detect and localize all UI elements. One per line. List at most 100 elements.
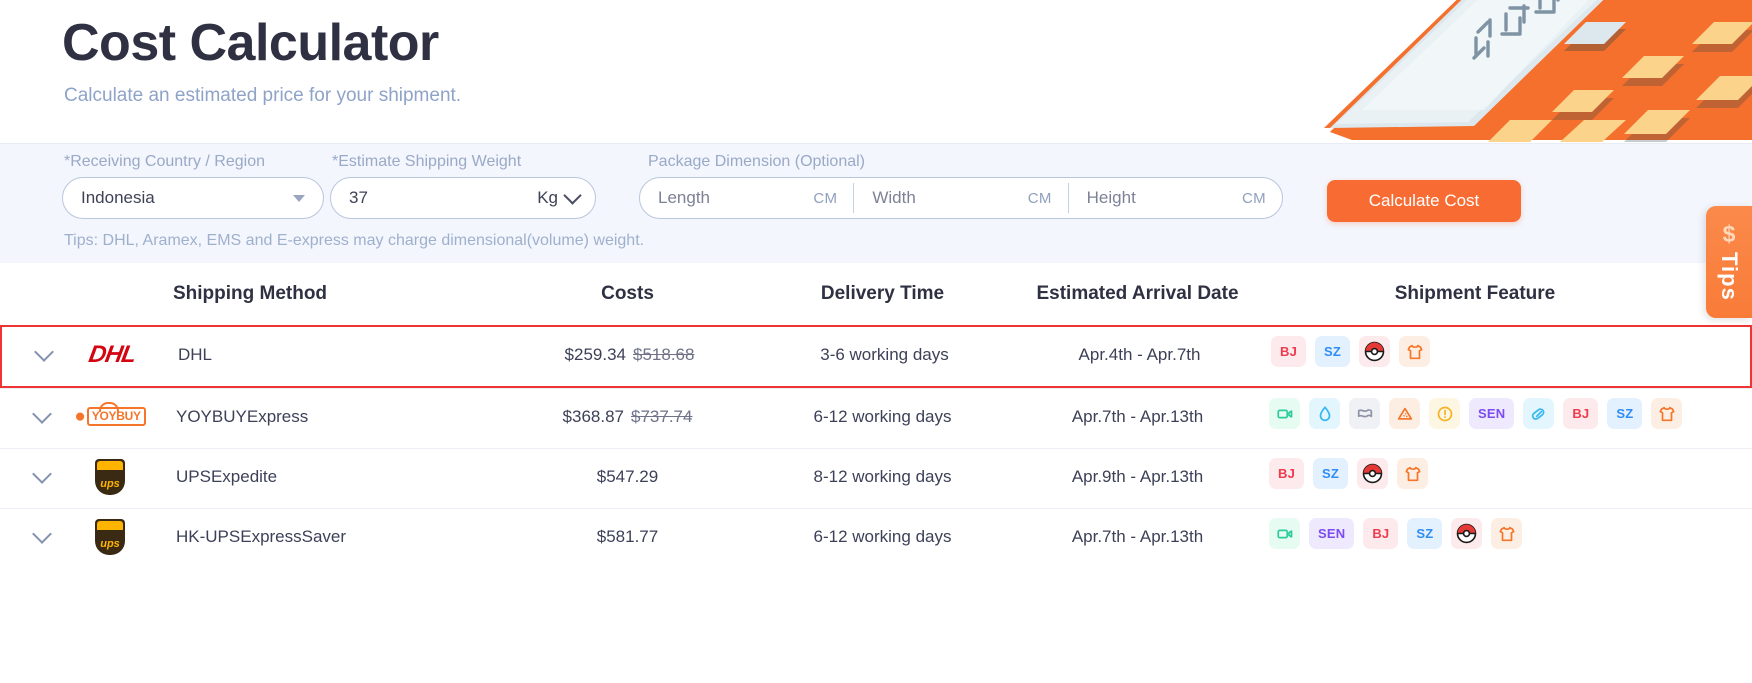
column-header-date: Estimated Arrival Date (1036, 283, 1239, 304)
sen-badge-icon[interactable]: SEN (1309, 518, 1355, 549)
table-row[interactable]: ● YOYBUY YOYBUYExpress $368.87 $737.74 6-12 w… (0, 388, 1752, 448)
video-camera-icon[interactable] (1269, 398, 1300, 429)
carrier-logo: ● YOYBUY (62, 402, 158, 428)
expand-row-toggle[interactable] (22, 404, 62, 426)
tshirt-icon[interactable] (1397, 458, 1429, 489)
chevron-down-icon (293, 194, 305, 202)
delivery-time-cell: 6-12 working days (755, 509, 1010, 564)
cost-calculator-page: Cost Calculator Calculate an estimated p… (0, 0, 1752, 683)
cost-value: $368.87 (562, 406, 624, 426)
weight-unit-value: Kg (537, 188, 558, 207)
height-unit: CM (1242, 189, 1266, 207)
delivery-time-value: 6-12 working days (813, 406, 952, 426)
pokeball-icon[interactable] (1359, 336, 1391, 367)
ups-logo: ups (95, 458, 125, 495)
tips-tab-label: Tips (1717, 252, 1742, 301)
cost-cell: $547.29 (500, 449, 755, 504)
warning-circle-icon[interactable] (1429, 398, 1460, 429)
country-select[interactable]: Indonesia (62, 177, 324, 219)
table-row[interactable]: DHL DHL $259.34 $518.68 3-6 working days Apr.… (0, 325, 1752, 388)
cost-original-value: $518.68 (633, 344, 695, 364)
dollar-icon: $ (1722, 221, 1736, 248)
weight-input[interactable]: 37 (331, 188, 537, 208)
bj-badge-icon[interactable]: BJ (1271, 336, 1307, 367)
arrival-date-value: Apr.9th - Apr.13th (1071, 466, 1204, 486)
yoybuy-logo: ● YOYBUY (74, 402, 146, 428)
calculate-cost-button[interactable]: Calculate Cost (1327, 180, 1521, 222)
capsule-icon[interactable] (1523, 398, 1555, 429)
tshirt-icon[interactable] (1651, 398, 1683, 429)
pokeball-icon[interactable] (1357, 458, 1389, 489)
flag-icon[interactable] (1349, 398, 1380, 429)
arrival-date-cell: Apr.7th - Apr.13th (1010, 389, 1265, 444)
length-input[interactable]: Length (640, 188, 813, 208)
table-body: DHL DHL $259.34 $518.68 3-6 working days Apr.… (0, 325, 1752, 568)
arrival-date-cell: Apr.4th - Apr.7th (1012, 327, 1267, 382)
arrival-date-cell: Apr.9th - Apr.13th (1010, 449, 1265, 504)
sz-badge-icon[interactable]: SZ (1407, 518, 1443, 549)
table-row[interactable]: ups HK-UPSExpressSaver $581.77 6-12 working… (0, 508, 1752, 568)
width-input[interactable]: Width (854, 188, 1027, 208)
video-camera-icon[interactable] (1269, 518, 1300, 549)
arrival-date-cell: Apr.7th - Apr.13th (1010, 509, 1265, 564)
dimensional-weight-note: Tips: DHL, Aramex, EMS and E-express may… (64, 232, 645, 249)
shipment-feature-cell: SEN BJ SZ (1265, 509, 1685, 564)
delivery-time-value: 3-6 working days (820, 344, 949, 364)
expand-row-toggle[interactable] (24, 342, 64, 364)
column-header-method: Shipping Method (172, 283, 328, 304)
dimension-group: Length CM Width CM Height CM (639, 177, 1283, 219)
shipping-methods-table: Shipping Method Costs Delivery Time Esti… (0, 263, 1752, 568)
cost-original-value: $737.74 (631, 406, 693, 426)
page-title: Cost Calculator (62, 14, 439, 72)
method-cell: ups HK-UPSExpressSaver (0, 509, 500, 564)
bj-badge-icon[interactable]: BJ (1269, 458, 1305, 489)
tips-side-tab[interactable]: $ Tips (1706, 206, 1752, 318)
dhl-logo: DHL (86, 340, 138, 368)
arrival-date-value: Apr.7th - Apr.13th (1071, 406, 1204, 426)
water-drop-icon[interactable] (1309, 398, 1340, 429)
expand-row-toggle[interactable] (22, 464, 62, 486)
pokeball-icon[interactable] (1451, 518, 1483, 549)
delivery-time-cell: 3-6 working days (757, 327, 1012, 382)
expand-row-toggle[interactable] (22, 524, 62, 546)
delivery-time-value: 8-12 working days (813, 466, 952, 486)
weight-field-group[interactable]: 37 Kg (330, 177, 596, 219)
sz-badge-icon[interactable]: SZ (1607, 398, 1643, 429)
arrival-date-value: Apr.7th - Apr.13th (1071, 526, 1204, 546)
length-unit: CM (813, 189, 838, 207)
ups-logo: ups (95, 518, 125, 555)
delivery-time-cell: 6-12 working days (755, 389, 1010, 444)
sz-badge-icon[interactable]: SZ (1315, 336, 1351, 367)
delivery-time-value: 6-12 working days (813, 526, 952, 546)
chevron-down-icon[interactable] (563, 186, 582, 205)
column-header-time: Delivery Time (820, 283, 945, 304)
tshirt-icon[interactable] (1491, 518, 1523, 549)
carrier-logo: ups (62, 458, 158, 495)
carrier-logo: DHL (64, 341, 160, 369)
sen-badge-icon[interactable]: SEN (1469, 398, 1515, 429)
chevron-down-icon (34, 342, 54, 362)
cost-value: $547.29 (596, 466, 659, 486)
calculator-illustration (1324, 0, 1752, 142)
column-header-feature: Shipment Feature (1394, 283, 1556, 304)
method-name: HK-UPSExpressSaver (176, 526, 347, 546)
sz-badge-icon[interactable]: SZ (1313, 458, 1349, 489)
arrival-date-value: Apr.4th - Apr.7th (1078, 344, 1201, 364)
shipment-feature-cell: BJ SZ (1267, 327, 1687, 382)
cost-cell: $368.87 $737.74 (500, 389, 755, 444)
chevron-down-icon (32, 464, 52, 484)
cost-cell: $259.34 $518.68 (502, 327, 757, 382)
chevron-down-icon (32, 524, 52, 544)
tshirt-icon[interactable] (1399, 336, 1431, 367)
height-input[interactable]: Height (1069, 188, 1242, 208)
weight-label: *Estimate Shipping Weight (332, 153, 522, 170)
powder-icon[interactable] (1389, 398, 1420, 429)
table-header: Shipping Method Costs Delivery Time Esti… (0, 263, 1752, 325)
table-row[interactable]: ups UPSExpedite $547.29 8-12 working days Ap… (0, 448, 1752, 508)
page-subtitle: Calculate an estimated price for your sh… (64, 85, 462, 106)
method-cell: ups UPSExpedite (0, 449, 500, 504)
bj-badge-icon[interactable]: BJ (1363, 518, 1399, 549)
bj-badge-icon[interactable]: BJ (1563, 398, 1599, 429)
method-cell: ● YOYBUY YOYBUYExpress (0, 389, 500, 444)
delivery-time-cell: 8-12 working days (755, 449, 1010, 504)
